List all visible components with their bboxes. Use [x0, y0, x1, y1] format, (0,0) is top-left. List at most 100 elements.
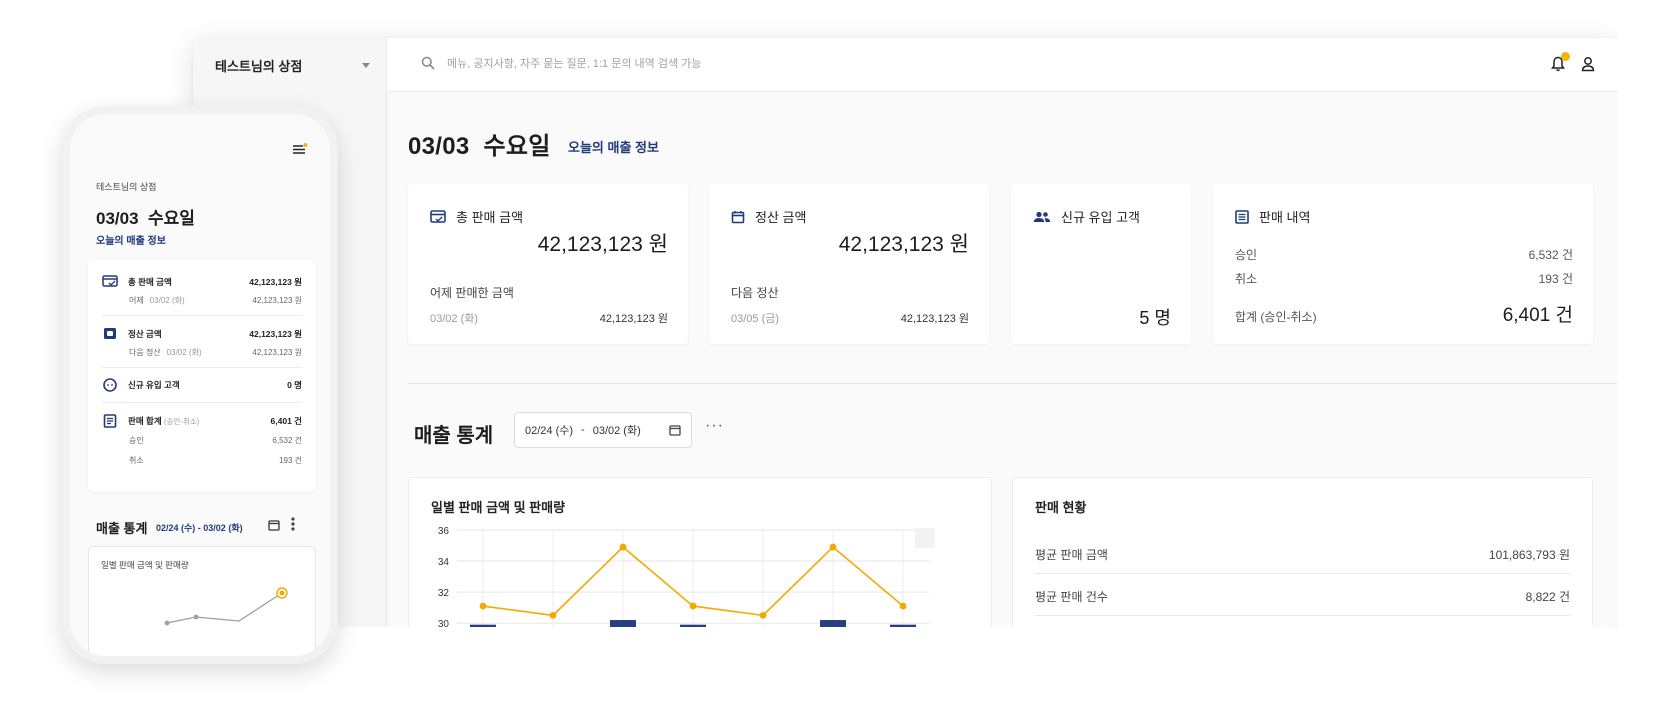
stats-title: 매출 통계 [96, 521, 148, 536]
cancel-value: 193 건 [1538, 272, 1573, 286]
list-icon [1235, 209, 1249, 224]
mobile-sales-chart [164, 587, 288, 626]
list-item: 정산 금액 42,123,123 원 다음 정산 03/02 (화) 42,123… [102, 327, 302, 358]
store-selector[interactable]: 테스트님의 상점 [215, 53, 370, 77]
face-icon [103, 378, 117, 392]
page-background [1617, 0, 1668, 720]
chart-point [689, 602, 697, 610]
daily-sales-chart: 36343230 [438, 526, 935, 634]
card-title: 신규 유입 고객 [1061, 210, 1140, 225]
chart-point [829, 543, 837, 551]
card-amount: 42,123,123 원 [838, 233, 969, 256]
store-name: 테스트님의 상점 [215, 58, 303, 74]
item-value: 42,123,123 원 [249, 276, 302, 287]
new-customers-count: 5 명 [1139, 308, 1171, 328]
row-divider [1035, 615, 1570, 616]
card-date: 03/02 (화) [430, 313, 479, 325]
sales-status-panel: 판매 현황 평균 판매 금액 101,863,793 원 평균 판매 건수 8,… [1012, 477, 1593, 637]
today-sales-link[interactable]: 오늘의 매출 정보 [96, 232, 166, 247]
page-title: 03/03 수요일 [96, 209, 195, 228]
item-value: 6,401 건 [270, 416, 302, 426]
mobile-chart-panel: 일별 판매 금액 및 판매량 [88, 546, 316, 656]
chart-point [899, 602, 907, 610]
chart-point [549, 611, 557, 619]
more-options-button[interactable] [290, 516, 296, 532]
chart-point [479, 602, 487, 610]
chart-point [619, 543, 627, 551]
new-customers-card: 신규 유입 고객 5 명 [1011, 184, 1191, 344]
daily-sales-chart-panel: 일별 판매 금액 및 판매량 36 34 32 30 [408, 477, 992, 637]
card-amount: 42,123,123 원 [537, 233, 668, 256]
date-range-picker[interactable]: 02/24 (수) - 03/02 (화) [514, 412, 692, 448]
card-payment-icon [430, 209, 446, 223]
cancel-value: 193 건 [279, 456, 302, 465]
item-sub-date: 03/02 (화) [166, 348, 202, 357]
y-tick-label: 34 [438, 557, 450, 568]
account-button[interactable] [1581, 56, 1595, 77]
store-name: 테스트님의 상점 [96, 182, 157, 192]
item-sub-label: 어제 [129, 296, 144, 305]
avg-amount-value: 101,863,793 원 [1488, 548, 1570, 562]
chevron-down-icon [362, 62, 370, 68]
stats-title: 매출 통계 [414, 425, 494, 447]
wallet-icon [104, 328, 116, 339]
item-name: 정산 금액 [128, 328, 162, 339]
divider [102, 315, 302, 316]
total-sales-card: 총 판매 금액 42,123,123 원 어제 판매한 금액 03/02 (화)… [408, 184, 688, 344]
item-sub-value: 42,123,123 원 [252, 348, 302, 357]
menu-button[interactable] [292, 142, 308, 160]
calendar-icon [669, 425, 681, 436]
calendar-button[interactable] [268, 518, 280, 536]
settlement-card: 정산 금액 42,123,123 원 다음 정산 03/05 (금) 42,12… [709, 184, 989, 344]
search-input[interactable]: 메뉴, 공지사항, 자주 묻는 질문, 1:1 문의 내역 검색 가능 [447, 55, 701, 71]
notification-badge [1561, 52, 1570, 61]
page-title: 03/03 수요일 [408, 133, 551, 160]
list-item: 판매 합계 (승인-취소) 6,401 건 승인 6,532 건 취소 193 … [102, 414, 302, 466]
item-value: 0 명 [287, 380, 302, 390]
item-name: 총 판매 금액 [128, 276, 172, 287]
notifications-button[interactable] [1551, 52, 1570, 77]
item-name: 신규 유입 고객 [128, 380, 180, 390]
chart-point-highlight-core [279, 590, 285, 596]
hamburger-menu-icon [293, 143, 308, 154]
item-value: 42,123,123 원 [249, 328, 302, 339]
row-divider [1035, 573, 1570, 574]
list-item: 신규 유입 고객 0 명 [102, 378, 302, 392]
today-sales-link[interactable]: 오늘의 매출 정보 [568, 137, 659, 156]
date-range[interactable]: 02/24 (수) - 03/02 (화) [156, 521, 243, 534]
chart-title: 일별 판매 금액 및 판매량 [431, 500, 566, 515]
panel-title: 판매 현황 [1035, 500, 1087, 515]
avg-count-label: 평균 판매 건수 [1035, 590, 1108, 604]
card-value: 42,123,123 원 [900, 313, 969, 325]
calendar-icon [268, 520, 280, 531]
top-bar: 메뉴, 공지사항, 자주 묻는 질문, 1:1 문의 내역 검색 가능 [387, 38, 1617, 92]
calendar-icon [731, 210, 745, 223]
user-icon [1581, 57, 1595, 72]
list-item: 총 판매 금액 42,123,123 원 어제 03/02 (화) 42,123,… [102, 275, 302, 306]
card-payment-icon [102, 275, 118, 287]
item-name-note: (승인-취소) [164, 417, 200, 426]
card-date: 03/05 (금) [731, 313, 780, 325]
chart-point [164, 620, 170, 626]
range-separator: - [581, 424, 585, 436]
search-icon [421, 56, 435, 70]
item-sub-value: 42,123,123 원 [252, 296, 302, 305]
approved-label: 승인 [129, 436, 144, 445]
kebab-menu-icon [291, 517, 295, 531]
receipt-icon [103, 414, 117, 428]
card-sub-label: 다음 정산 [731, 286, 779, 300]
chart-point [759, 611, 767, 619]
approved-label: 승인 [1235, 248, 1258, 262]
cancel-label: 취소 [129, 456, 144, 465]
card-title: 총 판매 금액 [456, 210, 524, 225]
card-value: 42,123,123 원 [599, 313, 668, 325]
search-bar[interactable]: 메뉴, 공지사항, 자주 묻는 질문, 1:1 문의 내역 검색 가능 [421, 55, 701, 71]
cancel-label: 취소 [1235, 272, 1258, 286]
chart-line [166, 592, 283, 624]
item-sub-date: 03/02 (화) [149, 296, 185, 305]
item-sub-label: 다음 정산 [129, 348, 161, 357]
chart-toolbox-button [915, 528, 935, 548]
mobile-preview: 테스트님의 상점 03/03 수요일 오늘의 매출 정보 총 판매 금액 42,… [62, 106, 338, 664]
y-tick-label: 32 [438, 588, 450, 599]
more-options-button[interactable]: ··· [705, 417, 724, 435]
